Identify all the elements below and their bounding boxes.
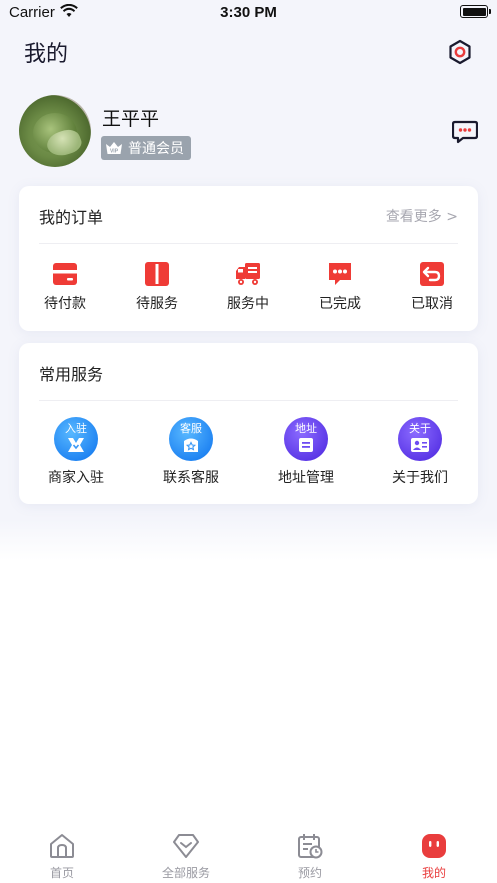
diamond-icon xyxy=(173,834,199,858)
order-pending-service[interactable]: 待服务 xyxy=(122,261,192,313)
service-icon-text: 关于 xyxy=(409,422,431,435)
order-label: 待服务 xyxy=(136,296,178,312)
service-icon xyxy=(145,262,169,286)
order-label: 已取消 xyxy=(411,296,453,312)
order-pending-payment[interactable]: 待付款 xyxy=(30,261,100,313)
see-more-link[interactable]: 查看更多 > xyxy=(386,206,458,226)
merchant-icon: 入驻 xyxy=(54,417,98,461)
vip-crown-icon: VIP xyxy=(106,142,122,155)
tab-home[interactable]: 首页 xyxy=(12,833,112,881)
order-label: 服务中 xyxy=(227,296,269,312)
order-cancelled[interactable]: 已取消 xyxy=(397,261,467,313)
tab-booking[interactable]: 预约 xyxy=(260,833,360,881)
tab-label: 预约 xyxy=(297,866,322,880)
chat-dots-icon xyxy=(329,263,351,285)
profile-icon xyxy=(422,834,446,858)
settings-icon[interactable] xyxy=(447,39,473,65)
tab-all-services[interactable]: 全部服务 xyxy=(136,833,236,881)
truck-icon xyxy=(236,263,260,285)
address-icon: 地址 xyxy=(284,417,328,461)
tab-label: 全部服务 xyxy=(161,866,210,880)
tab-bar: 首页 全部服务 预约 我的 xyxy=(0,825,497,883)
message-icon[interactable] xyxy=(452,120,478,144)
order-completed[interactable]: 已完成 xyxy=(305,261,375,313)
user-name: 王平平 xyxy=(102,108,160,130)
tab-label: 我的 xyxy=(421,866,446,880)
page-title: 我的 xyxy=(24,42,69,67)
svg-text:VIP: VIP xyxy=(110,149,119,155)
undo-icon xyxy=(420,262,444,286)
divider xyxy=(39,243,458,244)
card-icon xyxy=(53,263,77,285)
service-address-manage[interactable]: 地址 地址管理 xyxy=(261,417,351,487)
order-in-service[interactable]: 服务中 xyxy=(213,261,283,313)
status-bar: Carrier 3:30 PM xyxy=(0,0,497,26)
clock: 3:30 PM xyxy=(220,4,277,21)
orders-title: 我的订单 xyxy=(39,208,104,227)
order-label: 待付款 xyxy=(44,296,86,312)
services-card: 常用服务 入驻 商家入驻 客服 联系客服 地址 地址管理 关于 关于我们 xyxy=(19,343,478,504)
services-title: 常用服务 xyxy=(39,365,104,384)
order-label: 已完成 xyxy=(319,296,361,312)
home-icon xyxy=(50,834,74,858)
avatar[interactable] xyxy=(19,95,91,167)
service-contact-support[interactable]: 客服 联系客服 xyxy=(146,417,236,487)
service-icon-text: 入驻 xyxy=(65,422,87,435)
service-icon-text: 客服 xyxy=(180,422,202,435)
tab-profile[interactable]: 我的 xyxy=(384,833,484,881)
battery-icon xyxy=(460,5,491,18)
service-label: 联系客服 xyxy=(163,470,219,486)
tab-label: 首页 xyxy=(49,866,74,880)
orders-card: 我的订单 查看更多 > 待付款 待服务 服务中 已完成 已取消 xyxy=(19,186,478,331)
member-level: 普通会员 xyxy=(128,141,184,157)
service-merchant-join[interactable]: 入驻 商家入驻 xyxy=(31,417,121,487)
divider xyxy=(39,400,458,401)
about-icon: 关于 xyxy=(398,417,442,461)
customer-service-icon: 客服 xyxy=(169,417,213,461)
member-badge: VIP 普通会员 xyxy=(101,136,191,160)
service-icon-text: 地址 xyxy=(295,422,317,435)
service-label: 商家入驻 xyxy=(48,470,104,486)
calendar-icon xyxy=(298,834,323,859)
service-about-us[interactable]: 关于 关于我们 xyxy=(375,417,465,487)
service-label: 关于我们 xyxy=(392,470,448,486)
service-label: 地址管理 xyxy=(278,470,334,486)
